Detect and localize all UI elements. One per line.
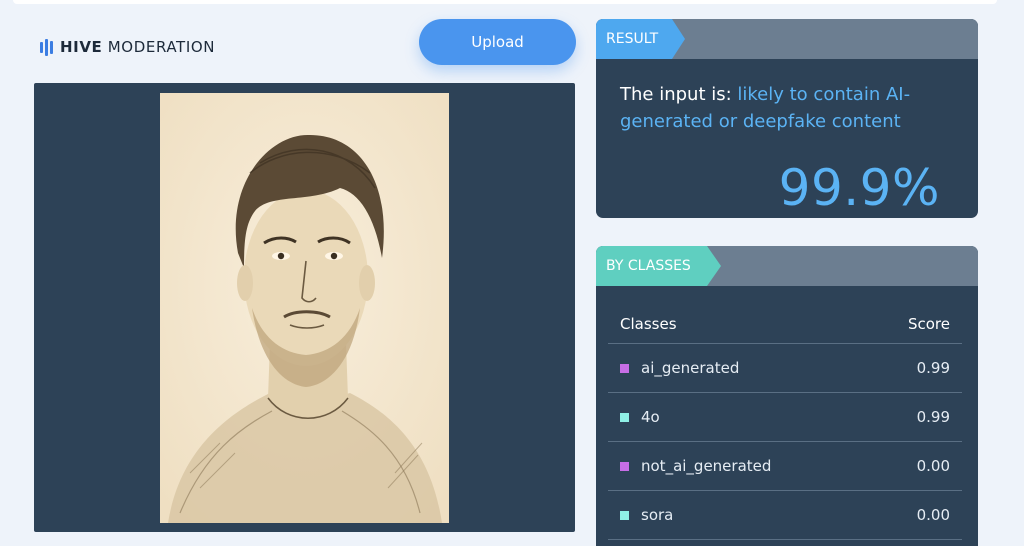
brand-name-bold: HIVE [60, 38, 103, 56]
class-score: 0.99 [916, 408, 950, 426]
upload-button[interactable]: Upload [419, 19, 576, 65]
table-row: sora 0.00 [608, 491, 962, 540]
table-row: 4o 0.99 [608, 393, 962, 442]
table-row: ai_generated 0.99 [608, 344, 962, 393]
brand-logo[interactable]: HIVE MODERATION [40, 37, 215, 57]
result-card: RESULT The input is: likely to contain A… [596, 19, 978, 218]
result-tag: RESULT [596, 19, 685, 59]
result-verdict-text: The input is: likely to contain AI-gener… [620, 81, 940, 135]
hive-bars-icon [40, 38, 53, 56]
top-bar [13, 0, 997, 4]
column-header-classes: Classes [620, 314, 677, 333]
class-score: 0.99 [916, 359, 950, 377]
result-percent: 99.9% [778, 159, 940, 217]
portrait-sketch-image [160, 93, 449, 523]
class-name: not_ai_generated [641, 457, 772, 475]
result-prefix: The input is: [620, 84, 738, 105]
class-color-swatch [620, 461, 629, 471]
column-header-score: Score [907, 314, 950, 333]
classes-card-header: BY CLASSES [596, 246, 978, 286]
class-name: ai_generated [641, 359, 740, 377]
classes-card: BY CLASSES Classes Score ai_generated 0.… [596, 246, 978, 546]
class-color-swatch [620, 363, 629, 373]
table-row: not_ai_generated 0.00 [608, 442, 962, 491]
brand-name: HIVE MODERATION [60, 38, 215, 56]
class-name: 4o [641, 408, 660, 426]
class-score: 0.00 [916, 457, 950, 475]
image-preview-panel [34, 83, 575, 532]
brand-name-rest: MODERATION [107, 38, 216, 56]
classes-tag: BY CLASSES [596, 246, 721, 286]
uploaded-image [160, 93, 449, 523]
classes-table: Classes Score ai_generated 0.99 4o 0.99 … [608, 304, 962, 540]
class-color-swatch [620, 412, 629, 422]
result-card-header: RESULT [596, 19, 978, 59]
class-color-swatch [620, 510, 629, 520]
table-header: Classes Score [608, 304, 962, 344]
class-name: sora [641, 506, 674, 524]
class-score: 0.00 [916, 506, 950, 524]
